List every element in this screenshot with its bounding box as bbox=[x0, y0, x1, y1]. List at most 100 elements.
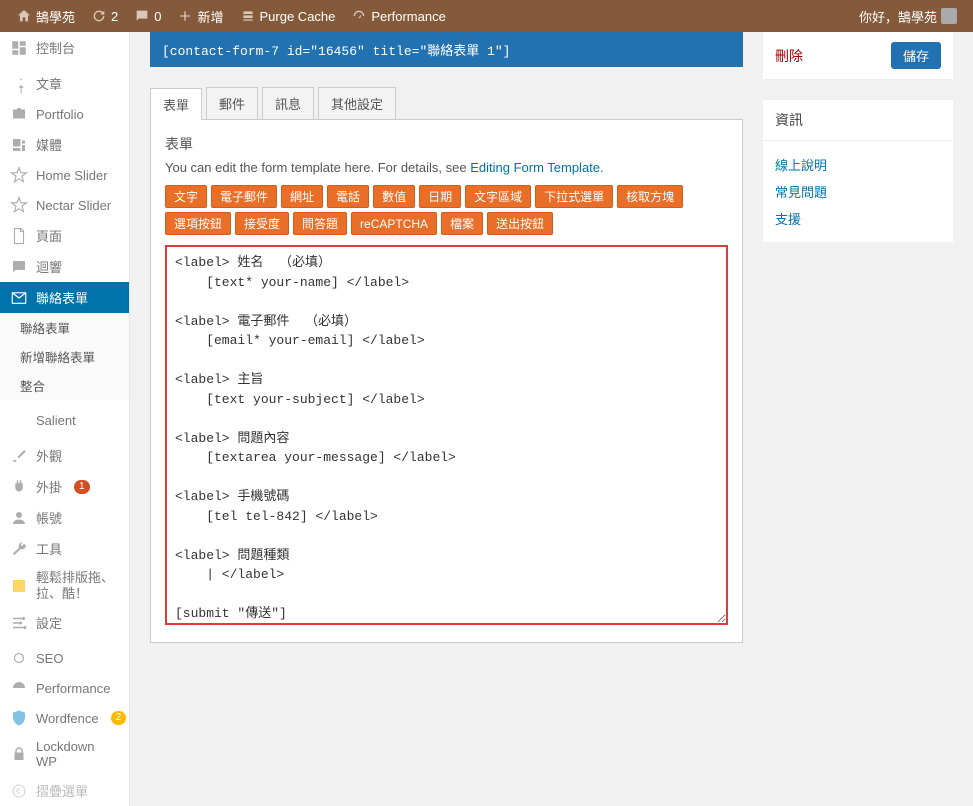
tag-button-6[interactable]: 文字區域 bbox=[465, 185, 531, 208]
menu-portfolio[interactable]: Portfolio bbox=[0, 99, 129, 129]
menu-nectar-slider[interactable]: Nectar Slider bbox=[0, 190, 129, 220]
admin-bar-comments[interactable]: 0 bbox=[126, 0, 169, 32]
updates-icon bbox=[91, 8, 107, 24]
plugins-badge: 1 bbox=[74, 480, 90, 494]
save-button[interactable]: 儲存 bbox=[891, 42, 941, 69]
pin-icon bbox=[10, 75, 28, 93]
tag-button-12[interactable]: reCAPTCHA bbox=[351, 212, 437, 235]
menu-posts[interactable]: 文章 bbox=[0, 68, 129, 99]
admin-bar-new[interactable]: 新增 bbox=[169, 0, 231, 32]
tag-button-9[interactable]: 選項按鈕 bbox=[165, 212, 231, 235]
shortcode-display[interactable]: [contact-form-7 id="16456" title="聯絡表單 1… bbox=[150, 32, 743, 67]
howdy-prefix: 你好， bbox=[859, 10, 898, 25]
mail-icon bbox=[10, 289, 28, 307]
purge-label: Purge Cache bbox=[260, 9, 336, 24]
panel-desc: You can edit the form template here. For… bbox=[165, 160, 728, 175]
tab-mail[interactable]: 郵件 bbox=[206, 87, 258, 119]
menu-performance[interactable]: Performance bbox=[0, 673, 129, 703]
admin-bar-purge[interactable]: Purge Cache bbox=[232, 0, 344, 32]
docs-link[interactable]: 線上說明 bbox=[775, 151, 941, 178]
tag-button-3[interactable]: 電話 bbox=[327, 185, 369, 208]
tab-form[interactable]: 表單 bbox=[150, 88, 202, 120]
menu-plugins[interactable]: 外掛1 bbox=[0, 471, 129, 502]
menu-wordfence[interactable]: Wordfence2 bbox=[0, 703, 129, 733]
collapse-icon bbox=[10, 782, 28, 800]
page-icon bbox=[10, 227, 28, 245]
cache-icon bbox=[240, 8, 256, 24]
admin-bar-account[interactable]: 你好，鵠學苑 bbox=[851, 0, 965, 32]
menu-collapse[interactable]: 摺疊選單 bbox=[0, 775, 129, 806]
info-box: 資訊 線上說明 常見問題 支援 bbox=[763, 100, 953, 242]
menu-appearance[interactable]: 外觀 bbox=[0, 440, 129, 471]
menu-media[interactable]: 媒體 bbox=[0, 129, 129, 160]
menu-comments[interactable]: 迴響 bbox=[0, 251, 129, 282]
tag-generator-row: 文字電子郵件網址電話數值日期文字區域下拉式選單核取方塊選項按鈕接受度問答題reC… bbox=[165, 185, 728, 235]
menu-tools[interactable]: 工具 bbox=[0, 533, 129, 564]
tab-additional[interactable]: 其他設定 bbox=[318, 87, 396, 119]
tag-button-10[interactable]: 接受度 bbox=[235, 212, 289, 235]
tab-nav: 表單 郵件 訊息 其他設定 bbox=[150, 87, 743, 120]
comments-count: 0 bbox=[154, 9, 161, 24]
star-icon bbox=[10, 196, 28, 214]
tag-button-13[interactable]: 檔案 bbox=[441, 212, 483, 235]
tab-messages[interactable]: 訊息 bbox=[262, 87, 314, 119]
tag-button-5[interactable]: 日期 bbox=[419, 185, 461, 208]
brush-icon bbox=[10, 447, 28, 465]
menu-home-slider[interactable]: Home Slider bbox=[0, 160, 129, 190]
submenu-contact-list[interactable]: 聯絡表單 bbox=[0, 313, 129, 342]
lock-icon bbox=[10, 745, 28, 763]
menu-pages[interactable]: 頁面 bbox=[0, 220, 129, 251]
menu-easy-layout[interactable]: 輕鬆排版拖、拉、酷！ bbox=[0, 564, 129, 607]
comment-icon bbox=[134, 8, 150, 24]
media-icon bbox=[10, 136, 28, 154]
layout-icon bbox=[10, 577, 28, 595]
tag-button-8[interactable]: 核取方塊 bbox=[617, 185, 683, 208]
menu-settings[interactable]: 設定 bbox=[0, 607, 129, 638]
form-template-textarea[interactable] bbox=[165, 245, 728, 625]
admin-bar-site[interactable]: 鵠學苑 bbox=[8, 0, 83, 32]
support-link[interactable]: 支援 bbox=[775, 205, 941, 232]
admin-bar-updates[interactable]: 2 bbox=[83, 0, 126, 32]
tag-button-0[interactable]: 文字 bbox=[165, 185, 207, 208]
menu-salient[interactable]: Salient bbox=[0, 405, 129, 435]
portfolio-icon bbox=[10, 105, 28, 123]
wordfence-badge: 2 bbox=[111, 711, 127, 725]
wrench-icon bbox=[10, 540, 28, 558]
menu-users[interactable]: 帳號 bbox=[0, 502, 129, 533]
home-icon bbox=[16, 8, 32, 24]
avatar bbox=[941, 8, 957, 24]
menu-seo[interactable]: SEO bbox=[0, 643, 129, 673]
form-panel: 表單 You can edit the form template here. … bbox=[150, 120, 743, 643]
tag-button-4[interactable]: 數值 bbox=[373, 185, 415, 208]
faq-link[interactable]: 常見問題 bbox=[775, 178, 941, 205]
user-icon bbox=[10, 509, 28, 527]
panel-title: 表單 bbox=[165, 134, 728, 154]
updates-count: 2 bbox=[111, 9, 118, 24]
tag-button-11[interactable]: 問答題 bbox=[293, 212, 347, 235]
dashboard-icon bbox=[10, 39, 28, 57]
tag-button-1[interactable]: 電子郵件 bbox=[211, 185, 277, 208]
admin-bar-performance[interactable]: Performance bbox=[343, 0, 453, 32]
gauge-icon bbox=[351, 8, 367, 24]
site-name: 鵠學苑 bbox=[36, 7, 75, 26]
sliders-icon bbox=[10, 614, 28, 632]
menu-dashboard[interactable]: 控制台 bbox=[0, 32, 129, 63]
menu-contact[interactable]: 聯絡表單 bbox=[0, 282, 129, 313]
admin-bar: 鵠學苑 2 0 新增 Purge Cache Performance 你好，鵠學… bbox=[0, 0, 973, 32]
plugin-icon bbox=[10, 478, 28, 496]
admin-sidebar: 控制台 文章 Portfolio 媒體 Home Slider Nectar S… bbox=[0, 32, 130, 806]
theme-icon bbox=[10, 411, 28, 429]
perf-label: Performance bbox=[371, 9, 445, 24]
plus-icon bbox=[177, 8, 193, 24]
delete-link[interactable]: 刪除 bbox=[775, 46, 803, 66]
submenu-contact-new[interactable]: 新增聯絡表單 bbox=[0, 342, 129, 371]
comment-icon bbox=[10, 258, 28, 276]
menu-lockdown[interactable]: Lockdown WP bbox=[0, 733, 129, 775]
user-name: 鵠學苑 bbox=[898, 10, 937, 25]
doc-link[interactable]: Editing Form Template bbox=[470, 160, 600, 175]
tag-button-2[interactable]: 網址 bbox=[281, 185, 323, 208]
shield-icon bbox=[10, 709, 28, 727]
submenu-contact-integration[interactable]: 整合 bbox=[0, 371, 129, 400]
tag-button-14[interactable]: 送出按鈕 bbox=[487, 212, 553, 235]
tag-button-7[interactable]: 下拉式選單 bbox=[535, 185, 613, 208]
